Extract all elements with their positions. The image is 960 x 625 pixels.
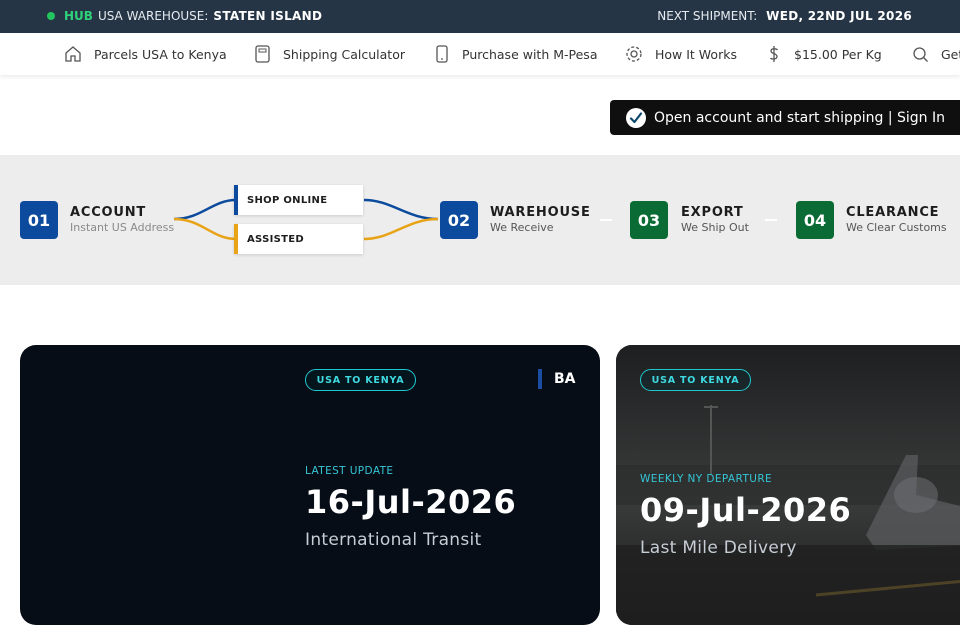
nav-price-per-kg[interactable]: $15.00 Per Kg <box>766 33 882 75</box>
nav-shipping-calculator[interactable]: Shipping Calculator <box>254 33 405 75</box>
nav-item-label: $15.00 Per Kg <box>794 46 882 62</box>
nav-purchase-mpesa[interactable]: Purchase with M-Pesa <box>434 33 597 75</box>
next-shipment-label: NEXT SHIPMENT: <box>657 9 758 23</box>
step-title: EXPORT <box>681 205 744 220</box>
step-number: 01 <box>20 201 58 239</box>
nav-item-label: Shipping Calculator <box>283 46 405 62</box>
carrier-accent-bar <box>538 369 542 389</box>
nav-get[interactable]: Get <box>912 33 960 75</box>
nav-how-it-works[interactable]: How It Works <box>625 33 737 75</box>
choice-label: ASSISTED <box>247 233 304 245</box>
card-date: 09-Jul-2026 <box>640 491 852 529</box>
shipping-process-strip: 01 ACCOUNT Instant US Address SHOP ONLIN… <box>0 155 960 285</box>
step-subtitle: We Ship Out <box>681 221 749 234</box>
calculator-icon <box>255 45 270 63</box>
checkmark-icon <box>626 107 646 128</box>
step-divider <box>600 219 612 221</box>
shipment-update-card[interactable]: USA TO KENYA BA LATEST UPDATE 16-Jul-202… <box>20 345 600 625</box>
carrier-tag: BA <box>554 371 576 387</box>
step-subtitle: We Clear Customs <box>846 221 947 234</box>
nav-item-label: Purchase with M-Pesa <box>462 46 598 62</box>
step-divider <box>765 219 777 221</box>
choice-assisted[interactable]: ASSISTED <box>234 224 363 254</box>
card-date: 16-Jul-2026 <box>305 483 517 521</box>
weekly-departure-card[interactable]: USA TO KENYA WEEKLY NY DEPARTURE 09-Jul-… <box>616 345 960 625</box>
hub-tag: HUB <box>64 9 93 23</box>
route-badge: USA TO KENYA <box>640 369 751 391</box>
next-shipment-value: WED, 22ND JUL 2026 <box>766 9 912 23</box>
step-number: 04 <box>796 201 834 239</box>
step-subtitle: We Receive <box>490 221 554 234</box>
nav-item-label: Parcels USA to Kenya <box>94 46 227 62</box>
warehouse-label: USA WAREHOUSE: <box>97 9 209 23</box>
route-badge: USA TO KENYA <box>305 369 416 391</box>
phone-icon <box>436 45 448 63</box>
step-number: 03 <box>630 201 668 239</box>
card-kicker: LATEST UPDATE <box>305 465 394 477</box>
top-announcement-bar: HUB USA WAREHOUSE: STATEN ISLAND NEXT SH… <box>0 0 960 33</box>
main-nav: Parcels USA to Kenya Shipping Calculator… <box>0 33 960 75</box>
step-title: WAREHOUSE <box>490 205 591 220</box>
status-dot <box>47 12 55 20</box>
open-account-signin-button[interactable]: Open account and start shipping | Sign I… <box>610 100 960 135</box>
nav-item-label: Get <box>941 46 960 62</box>
warehouse-value: STATEN ISLAND <box>213 9 323 23</box>
signin-label: Open account and start shipping | Sign I… <box>654 109 945 126</box>
choice-shop-online[interactable]: SHOP ONLINE <box>234 185 363 215</box>
home-icon <box>65 46 81 62</box>
step-subtitle: Instant US Address <box>70 221 175 234</box>
card-status: International Transit <box>305 530 482 550</box>
nav-parcels-usa-kenya[interactable]: Parcels USA to Kenya <box>64 33 227 75</box>
step-title: CLEARANCE <box>846 205 940 220</box>
search-icon <box>913 46 928 62</box>
step-title: ACCOUNT <box>70 205 147 220</box>
dollar-icon <box>769 46 779 62</box>
card-status: Last Mile Delivery <box>640 538 797 558</box>
nav-item-label: How It Works <box>655 46 737 62</box>
choice-label: SHOP ONLINE <box>247 194 328 206</box>
card-kicker: WEEKLY NY DEPARTURE <box>640 473 773 485</box>
step-number: 02 <box>440 201 478 239</box>
gear-icon <box>626 46 642 62</box>
